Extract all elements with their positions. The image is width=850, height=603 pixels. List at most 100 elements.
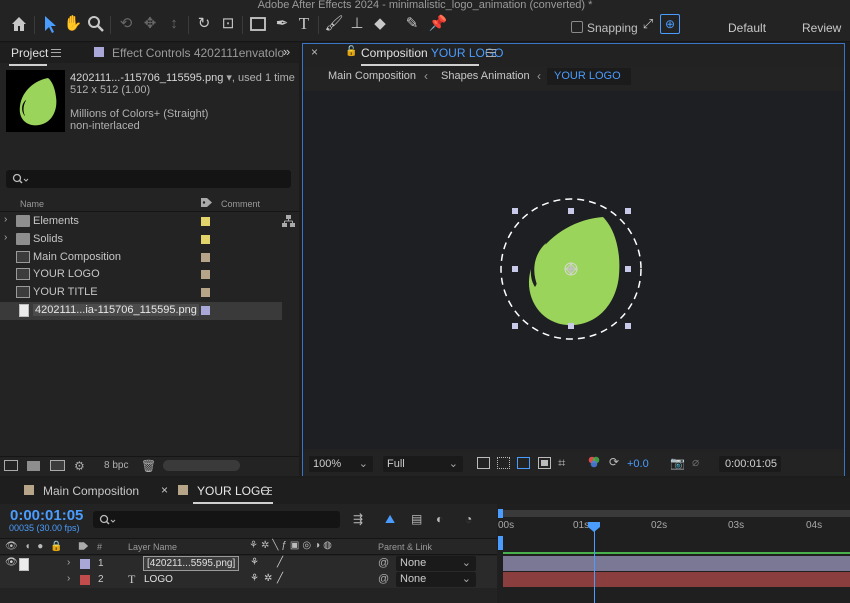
layer-name[interactable]: [420211...5595.png]: [143, 556, 240, 571]
label-tag-icon[interactable]: [78, 541, 89, 551]
project-item-folder[interactable]: › Solids: [0, 231, 282, 249]
label-tag-icon[interactable]: [200, 197, 213, 208]
puppet-pin-icon[interactable]: 📌: [428, 14, 448, 34]
snapshot-camera-icon[interactable]: 📷: [670, 456, 685, 470]
transparency-grid-icon[interactable]: [497, 457, 510, 469]
tab-effect-controls[interactable]: Effect Controls 4202111envatolo: [112, 46, 284, 60]
tab-composition[interactable]: Composition YOUR LOGO: [361, 46, 504, 60]
hand-icon[interactable]: ✋: [63, 14, 83, 34]
graph-editor-icon[interactable]: ◔: [465, 512, 472, 526]
layer-row[interactable]: 👁 › 1 [420211...5595.png] ⚘ ╱ @ None ⌄: [0, 556, 497, 572]
label-color-swatch[interactable]: [201, 288, 210, 297]
new-folder-icon[interactable]: [27, 461, 40, 471]
project-item-composition[interactable]: YOUR TITLE: [0, 284, 282, 302]
home-icon[interactable]: [9, 14, 29, 34]
pick-whip-icon[interactable]: @: [378, 573, 389, 585]
breadcrumb-your-logo[interactable]: YOUR LOGO: [547, 68, 631, 85]
panel-expand-icon[interactable]: »: [283, 44, 290, 59]
motion-blur-icon[interactable]: ◐: [436, 512, 443, 526]
playhead-handle[interactable]: [588, 522, 600, 532]
project-item-folder[interactable]: › Elements: [0, 213, 282, 231]
column-comment[interactable]: Comment: [221, 199, 260, 209]
shy-layers-icon[interactable]: ⛰: [385, 512, 395, 527]
roto-brush-icon[interactable]: ✎: [402, 14, 422, 34]
rotate-icon[interactable]: ↻: [194, 14, 214, 34]
zoom-icon[interactable]: [86, 14, 106, 34]
timeline-timecode[interactable]: 0:00:01:05: [10, 507, 83, 524]
snap-options-icon[interactable]: ⤢: [638, 14, 658, 34]
text-icon[interactable]: T: [294, 14, 314, 34]
label-color-swatch[interactable]: [201, 235, 210, 244]
expand-icon[interactable]: ›: [4, 214, 7, 225]
column-layer-name[interactable]: Layer Name: [128, 542, 177, 552]
expand-icon[interactable]: ›: [67, 557, 70, 568]
close-icon[interactable]: ×: [311, 45, 318, 59]
work-area-bar[interactable]: [500, 510, 850, 517]
grid-guides-icon[interactable]: ⌗: [558, 455, 565, 471]
switches-icons[interactable]: ⚘✲╲ƒ▣◎◑◍: [249, 540, 335, 551]
snapping-checkbox[interactable]: [571, 21, 583, 33]
tab-main-composition[interactable]: Main Composition: [43, 484, 139, 498]
expand-icon[interactable]: ›: [4, 232, 7, 243]
resolution-dropdown[interactable]: Full ⌄: [383, 456, 463, 472]
shy-switch-icon[interactable]: ⚘: [250, 557, 259, 568]
av-features-icons[interactable]: 👁 ◖ ● 🔒: [5, 541, 65, 552]
brush-icon[interactable]: 🖌: [324, 14, 344, 34]
frame-blending-icon[interactable]: ▤: [411, 512, 422, 526]
snap-target-icon[interactable]: ⊕: [660, 14, 680, 34]
project-item-footage-selected[interactable]: 4202111...ia-115706_115595.png: [0, 302, 282, 320]
project-item-composition[interactable]: YOUR LOGO: [0, 266, 282, 284]
layer-bar-footage[interactable]: [503, 556, 850, 571]
project-menu-icon[interactable]: [51, 49, 61, 57]
quality-switch-icon[interactable]: ╱: [277, 573, 283, 584]
parent-dropdown[interactable]: None ⌄: [396, 572, 476, 587]
tab-project[interactable]: Project: [11, 46, 48, 60]
zoom-dropdown[interactable]: 100% ⌄: [309, 456, 373, 472]
label-color-swatch[interactable]: [201, 270, 210, 279]
orbit-icon[interactable]: ⟲: [116, 14, 136, 34]
dolly-icon[interactable]: ↕: [164, 14, 184, 34]
project-search-input[interactable]: [6, 170, 291, 188]
fast-previews-icon[interactable]: [477, 457, 490, 469]
layer-name[interactable]: LOGO: [144, 574, 173, 585]
thumbnail-slider[interactable]: [163, 460, 240, 471]
pen-icon[interactable]: ✒: [272, 14, 292, 34]
column-parent-link[interactable]: Parent & Link: [378, 542, 432, 552]
composition-mini-flowchart-icon[interactable]: ⇶: [353, 512, 363, 526]
layer-label-swatch[interactable]: [80, 575, 90, 585]
collapse-switch-icon[interactable]: ✲: [264, 573, 272, 584]
viewer-timecode[interactable]: 0:00:01:05: [719, 456, 781, 472]
mask-visibility-icon[interactable]: [517, 457, 530, 469]
channel-icon[interactable]: [588, 456, 600, 468]
pan-icon[interactable]: ✥: [140, 14, 160, 34]
reset-exposure-icon[interactable]: ⟳: [609, 455, 619, 469]
composition-viewer[interactable]: [303, 91, 844, 449]
label-color-swatch[interactable]: [201, 253, 210, 262]
bit-depth-button[interactable]: 8 bpc: [100, 460, 132, 471]
parent-dropdown[interactable]: None ⌄: [396, 556, 476, 571]
composition-menu-icon[interactable]: [486, 49, 496, 57]
clone-stamp-icon[interactable]: ⊥: [347, 14, 367, 34]
region-of-interest-icon[interactable]: [538, 457, 551, 469]
layer-label-swatch[interactable]: [80, 559, 90, 569]
shy-switch-icon[interactable]: ⚘: [250, 573, 259, 584]
exposure-value[interactable]: +0.0: [627, 458, 649, 470]
flowchart-icon[interactable]: [282, 215, 295, 227]
project-settings-icon[interactable]: ⚙: [74, 459, 85, 473]
anchor-icon[interactable]: ⊡: [218, 14, 238, 34]
breadcrumb-shapes-animation[interactable]: Shapes Animation: [441, 70, 530, 82]
label-color-swatch[interactable]: [201, 306, 210, 315]
layer-row[interactable]: › 2 T LOGO ⚘ ✲ ╱ @ None ⌄: [0, 572, 497, 588]
work-area-start-handle[interactable]: [498, 509, 503, 518]
tab-your-logo[interactable]: YOUR LOGO: [197, 484, 270, 498]
visibility-eye-icon[interactable]: 👁: [5, 557, 18, 568]
show-snapshot-icon[interactable]: ⌀: [692, 455, 699, 469]
project-item-composition[interactable]: Main Composition: [0, 249, 282, 267]
interpret-footage-icon[interactable]: [4, 460, 18, 471]
eraser-icon[interactable]: ◆: [370, 14, 390, 34]
layer-bar-logo[interactable]: [503, 572, 850, 587]
workspace-review[interactable]: Review: [802, 21, 841, 35]
timeline-search-input[interactable]: [93, 511, 340, 528]
close-icon[interactable]: ×: [161, 483, 168, 497]
breadcrumb-main-composition[interactable]: Main Composition: [328, 70, 416, 82]
